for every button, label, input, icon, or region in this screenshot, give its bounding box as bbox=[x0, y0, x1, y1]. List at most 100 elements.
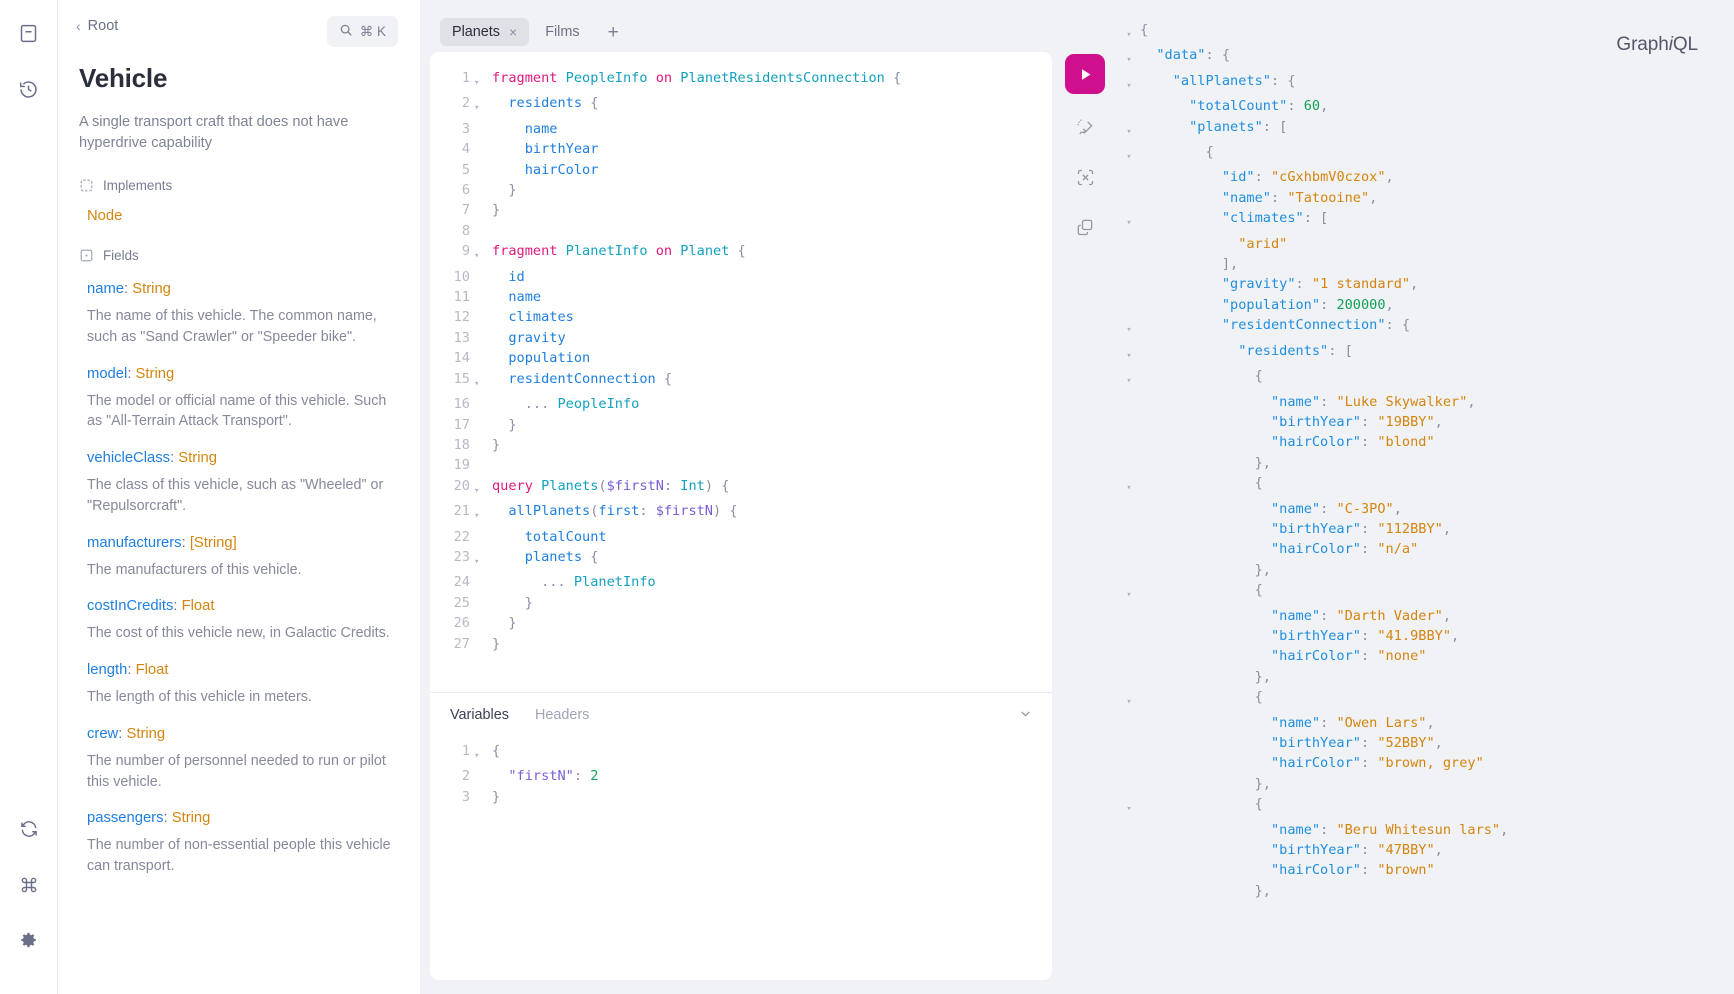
docs-panel-icon[interactable] bbox=[10, 14, 48, 52]
field-name[interactable]: crew bbox=[87, 726, 118, 742]
line-number: 18 bbox=[430, 435, 474, 455]
fold-toggle-icon[interactable]: ▾ bbox=[1118, 687, 1140, 712]
field-type[interactable]: String bbox=[178, 450, 217, 466]
fold-toggle-icon[interactable]: ▾ bbox=[1118, 366, 1140, 391]
code-line-text: hairColor bbox=[486, 160, 598, 180]
code-line-text: residentConnection { bbox=[486, 369, 672, 394]
breadcrumb[interactable]: ‹ Root bbox=[76, 16, 118, 34]
code-line-text: } bbox=[486, 435, 500, 455]
line-number: 13 bbox=[430, 328, 474, 348]
implements-item[interactable]: Node bbox=[87, 208, 398, 224]
response-line-text: "hairColor": "brown, grey" bbox=[1140, 753, 1484, 773]
field-entry: costInCredits: FloatThe cost of this veh… bbox=[87, 598, 398, 644]
field-name[interactable]: vehicleClass bbox=[87, 450, 170, 466]
variables-editor[interactable]: 1▾{2 "firstN": 23} bbox=[430, 735, 1052, 807]
token-punc: : bbox=[1255, 169, 1271, 185]
tab-variables[interactable]: Variables bbox=[450, 707, 509, 723]
history-icon[interactable] bbox=[10, 70, 48, 108]
copy-query-button[interactable] bbox=[1068, 210, 1102, 244]
refresh-icon[interactable] bbox=[10, 810, 48, 848]
field-description: The model or official name of this vehic… bbox=[87, 391, 398, 432]
fold-toggle-icon[interactable]: ▾ bbox=[1118, 315, 1140, 340]
field-type[interactable]: [String] bbox=[190, 535, 237, 551]
code-line: 3 name bbox=[430, 119, 1052, 139]
field-type[interactable]: String bbox=[126, 726, 165, 742]
response-json: ▾{▾ "data": {▾ "allPlanets": { "totalCou… bbox=[1118, 20, 1722, 901]
token-punc: : bbox=[1361, 414, 1377, 430]
search-button[interactable]: ⌘ K bbox=[327, 16, 398, 47]
fold-toggle-icon[interactable]: ▾ bbox=[474, 93, 486, 118]
fold-toggle-icon[interactable]: ▾ bbox=[474, 369, 486, 394]
token-punc: , bbox=[1386, 297, 1394, 313]
execute-query-button[interactable] bbox=[1065, 54, 1105, 94]
code-line-text bbox=[486, 221, 492, 241]
tab-headers[interactable]: Headers bbox=[535, 707, 589, 723]
field-name[interactable]: passengers bbox=[87, 810, 164, 826]
fold-toggle-icon[interactable]: ▾ bbox=[1118, 794, 1140, 819]
token-punc: , bbox=[1386, 169, 1394, 185]
merge-fragments-button[interactable] bbox=[1068, 160, 1102, 194]
fold-toggle-icon[interactable]: ▾ bbox=[1118, 341, 1140, 366]
field-name[interactable]: model bbox=[87, 366, 127, 382]
field-entry: length: FloatThe length of this vehicle … bbox=[87, 662, 398, 708]
fields-icon bbox=[79, 248, 94, 263]
fold-spacer bbox=[1118, 646, 1140, 666]
chevron-down-icon[interactable] bbox=[1019, 707, 1032, 723]
fold-toggle-icon[interactable]: ▾ bbox=[1118, 580, 1140, 605]
response-pane[interactable]: GraphiQL ▾{▾ "data": {▾ "allPlanets": { … bbox=[1118, 12, 1722, 980]
field-type[interactable]: String bbox=[136, 366, 175, 382]
implements-list: Node bbox=[76, 208, 398, 224]
code-line-text: } bbox=[486, 180, 517, 200]
fold-spacer bbox=[1118, 167, 1140, 187]
code-line: 25 } bbox=[430, 593, 1052, 613]
query-tab[interactable]: Planets× bbox=[440, 18, 529, 46]
response-line: ▾ { bbox=[1118, 366, 1722, 391]
token-frag: PeopleInfo bbox=[549, 396, 639, 412]
token-punc: : { bbox=[1205, 47, 1230, 63]
fold-toggle-icon[interactable]: ▾ bbox=[1118, 45, 1140, 70]
fold-toggle-icon[interactable]: ▾ bbox=[474, 741, 486, 766]
fold-toggle-icon[interactable]: ▾ bbox=[474, 241, 486, 266]
query-editor[interactable]: 1▾fragment PeopleInfo on PlanetResidents… bbox=[430, 52, 1052, 692]
token-punc: : bbox=[1361, 648, 1377, 664]
fold-toggle-icon[interactable]: ▾ bbox=[1118, 142, 1140, 167]
field-name[interactable]: name bbox=[87, 281, 124, 297]
response-line-text: "birthYear": "47BBY", bbox=[1140, 840, 1443, 860]
token-punc: : bbox=[639, 503, 655, 519]
field-name[interactable]: costInCredits bbox=[87, 598, 173, 614]
shortcuts-icon[interactable] bbox=[10, 866, 48, 904]
response-line: "birthYear": "41.9BBY", bbox=[1118, 626, 1722, 646]
settings-icon[interactable] bbox=[10, 922, 48, 960]
fold-toggle-icon[interactable]: ▾ bbox=[1118, 208, 1140, 233]
token-punc: , bbox=[1435, 735, 1443, 751]
field-type[interactable]: String bbox=[132, 281, 171, 297]
token-punc bbox=[1140, 501, 1271, 517]
token-key: "residentConnection" bbox=[1222, 317, 1386, 333]
field-colon: : bbox=[182, 535, 190, 551]
token-key: "birthYear" bbox=[1271, 842, 1361, 858]
close-tab-icon[interactable]: × bbox=[509, 25, 517, 39]
token-key: "name" bbox=[1271, 608, 1320, 624]
field-name[interactable]: length bbox=[87, 662, 127, 678]
query-tab[interactable]: Films bbox=[533, 18, 591, 46]
field-name[interactable]: manufacturers bbox=[87, 535, 182, 551]
response-line-text: "data": { bbox=[1140, 45, 1230, 70]
fold-spacer bbox=[1118, 412, 1140, 432]
fold-toggle-icon[interactable]: ▾ bbox=[1118, 71, 1140, 96]
fold-spacer bbox=[474, 593, 486, 613]
prettify-button[interactable] bbox=[1068, 110, 1102, 144]
response-line-text: "name": "Darth Vader", bbox=[1140, 606, 1451, 626]
fold-toggle-icon[interactable]: ▾ bbox=[1118, 20, 1140, 45]
field-type[interactable]: Float bbox=[182, 598, 215, 614]
fold-toggle-icon[interactable]: ▾ bbox=[474, 501, 486, 526]
fold-toggle-icon[interactable]: ▾ bbox=[1118, 117, 1140, 142]
field-type[interactable]: String bbox=[172, 810, 211, 826]
add-tab-button[interactable]: + bbox=[596, 19, 631, 46]
fold-toggle-icon[interactable]: ▾ bbox=[474, 68, 486, 93]
field-type[interactable]: Float bbox=[136, 662, 169, 678]
fold-spacer bbox=[1118, 295, 1140, 315]
fold-toggle-icon[interactable]: ▾ bbox=[474, 547, 486, 572]
response-line-text: "hairColor": "n/a" bbox=[1140, 539, 1418, 559]
fold-toggle-icon[interactable]: ▾ bbox=[1118, 473, 1140, 498]
fold-toggle-icon[interactable]: ▾ bbox=[474, 476, 486, 501]
